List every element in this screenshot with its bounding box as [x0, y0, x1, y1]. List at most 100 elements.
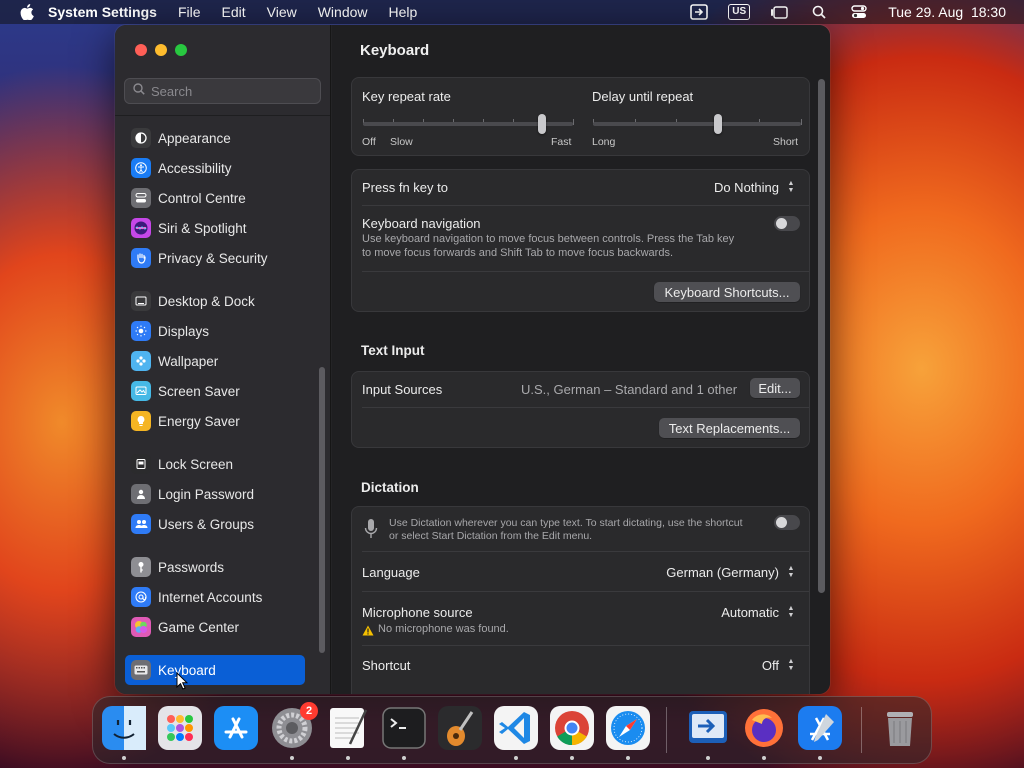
- dictation-toggle[interactable]: [774, 515, 800, 530]
- input-sources-edit-button[interactable]: Edit...: [750, 378, 800, 398]
- dock-launchpad-icon[interactable]: [158, 706, 202, 750]
- dock: 2: [92, 696, 932, 764]
- dictation-language-label: Language: [362, 565, 420, 580]
- sidebar-item-accessibility[interactable]: Accessibility: [125, 153, 305, 183]
- sidebar-item-label: Passwords: [158, 559, 225, 575]
- stage-manager-icon[interactable]: [768, 3, 790, 21]
- sidebar-item-label: Control Centre: [158, 190, 246, 206]
- dock-app-store-icon[interactable]: [214, 706, 258, 750]
- lock-screen-icon: [131, 454, 151, 474]
- screen-saver-icon: [131, 381, 151, 401]
- keyboard-icon: [131, 660, 151, 680]
- settings-notification-badge: 2: [300, 702, 318, 720]
- key-repeat-slow-label: Slow: [390, 136, 413, 148]
- dock-textedit-icon[interactable]: [326, 706, 370, 750]
- dock-terminal-icon[interactable]: [382, 706, 426, 750]
- sidebar-item-appearance[interactable]: Appearance: [125, 123, 305, 153]
- dictation-shortcut-label: Shortcut: [362, 658, 411, 673]
- sidebar-item-wallpaper[interactable]: Wallpaper: [125, 346, 305, 376]
- dock-migration-assistant-icon[interactable]: [686, 706, 730, 750]
- dock-firefox-icon[interactable]: [742, 706, 786, 750]
- sidebar-item-login-password[interactable]: Login Password: [125, 479, 305, 509]
- sidebar-item-label: Desktop & Dock: [158, 293, 255, 309]
- close-window-button[interactable]: [135, 44, 147, 56]
- sidebar-item-lock-screen[interactable]: Lock Screen: [125, 449, 305, 479]
- users-groups-icon: [131, 514, 151, 534]
- delay-repeat-slider-knob[interactable]: [713, 114, 722, 134]
- apple-menu-icon[interactable]: [20, 4, 34, 20]
- sidebar-item-label: Energy Saver: [158, 413, 240, 429]
- dictation-shortcut-popup[interactable]: Off ▲ ▼: [762, 657, 797, 673]
- sidebar-item-users-groups[interactable]: Users & Groups: [125, 509, 305, 539]
- sidebar-item-screen-saver[interactable]: Screen Saver: [125, 376, 305, 406]
- key-repeat-slider-knob[interactable]: [537, 114, 546, 134]
- privacy-hand-icon: [131, 248, 151, 268]
- keyboard-navigation-toggle[interactable]: [774, 216, 800, 231]
- sidebar-item-label: Screen Saver: [158, 383, 240, 399]
- app-menu-system-settings[interactable]: System Settings: [48, 4, 157, 20]
- dock-vscode-icon[interactable]: [494, 706, 538, 750]
- key-repeat-panel: Key repeat rate Off Slow Fast Delay unti…: [351, 77, 810, 156]
- microphone-source-value: Automatic: [721, 604, 779, 620]
- popup-chevrons-icon: ▲ ▼: [787, 180, 795, 194]
- warning-icon: [362, 623, 374, 641]
- menu-bar-clock[interactable]: Tue 29. Aug 18:30: [888, 4, 1006, 20]
- search-icon: [133, 82, 145, 100]
- key-repeat-label: Key repeat rate: [362, 89, 451, 104]
- dock-chrome-icon[interactable]: [550, 706, 594, 750]
- dictation-language-popup[interactable]: German (Germany) ▲ ▼: [666, 564, 797, 580]
- sidebar-item-siri-spotlight[interactable]: Siri & Spotlight: [125, 213, 305, 243]
- text-replacements-button[interactable]: Text Replacements...: [659, 418, 800, 438]
- sidebar-scrollbar[interactable]: [319, 367, 325, 653]
- content-scrollbar[interactable]: [818, 79, 825, 593]
- dock-garageband-icon[interactable]: [438, 706, 482, 750]
- fn-key-label: Press fn key to: [362, 180, 448, 195]
- sidebar-item-energy-saver[interactable]: Energy Saver: [125, 406, 305, 436]
- menu-window[interactable]: Window: [318, 4, 368, 20]
- accessibility-icon: [131, 158, 151, 178]
- fn-key-popup[interactable]: Do Nothing ▲ ▼: [714, 179, 797, 195]
- dock-trash-icon[interactable]: [878, 706, 922, 750]
- minimize-window-button[interactable]: [155, 44, 167, 56]
- spotlight-search-icon[interactable]: [808, 3, 830, 21]
- desktop-dock-icon: [131, 291, 151, 311]
- sidebar-item-displays[interactable]: Displays: [125, 316, 305, 346]
- sidebar-item-label: Game Center: [158, 619, 240, 635]
- zoom-window-button[interactable]: [175, 44, 187, 56]
- dock-safari-icon[interactable]: [606, 706, 650, 750]
- delay-repeat-short-label: Short: [773, 136, 799, 148]
- passwords-key-icon: [131, 557, 151, 577]
- search-input[interactable]: [151, 83, 311, 99]
- menu-edit[interactable]: Edit: [222, 4, 246, 20]
- microphone-source-popup[interactable]: Automatic ▲ ▼: [721, 604, 797, 620]
- sidebar-item-game-center[interactable]: Game Center: [125, 612, 305, 642]
- sidebar-item-control-centre[interactable]: Control Centre: [125, 183, 305, 213]
- window-controls: [135, 44, 187, 56]
- dictation-heading: Dictation: [361, 480, 419, 495]
- sidebar-search[interactable]: [124, 78, 321, 104]
- sidebar-item-passwords[interactable]: Passwords: [125, 552, 305, 582]
- dock-running-indicator: [346, 756, 350, 760]
- input-sources-value: U.S., German – Standard and 1 other: [521, 382, 738, 397]
- sidebar-item-privacy-security[interactable]: Privacy & Security: [125, 243, 305, 273]
- control-centre-icon[interactable]: [848, 3, 870, 21]
- dock-finder-icon[interactable]: [102, 706, 146, 750]
- popup-chevrons-icon: ▲ ▼: [787, 605, 795, 619]
- menu-file[interactable]: File: [178, 4, 201, 20]
- sidebar-item-keyboard[interactable]: Keyboard: [125, 655, 305, 685]
- menu-view[interactable]: View: [267, 4, 297, 20]
- keyboard-shortcuts-button[interactable]: Keyboard Shortcuts...: [654, 282, 800, 302]
- migration-status-icon[interactable]: [688, 3, 710, 21]
- sidebar-item-internet-accounts[interactable]: Internet Accounts: [125, 582, 305, 612]
- dock-separator: [861, 707, 862, 753]
- input-source-indicator[interactable]: US: [728, 3, 751, 21]
- sidebar-item-desktop-dock[interactable]: Desktop & Dock: [125, 286, 305, 316]
- energy-saver-icon: [131, 411, 151, 431]
- dictation-panel: Use Dictation wherever you can type text…: [351, 506, 810, 694]
- delay-repeat-track[interactable]: [593, 122, 801, 126]
- sidebar-item-label: Siri & Spotlight: [158, 220, 247, 236]
- displays-icon: [131, 321, 151, 341]
- menu-help[interactable]: Help: [389, 4, 418, 20]
- dock-xcode-icon[interactable]: [798, 706, 842, 750]
- dictation-desc-line1: Use Dictation wherever you can type text…: [389, 517, 743, 529]
